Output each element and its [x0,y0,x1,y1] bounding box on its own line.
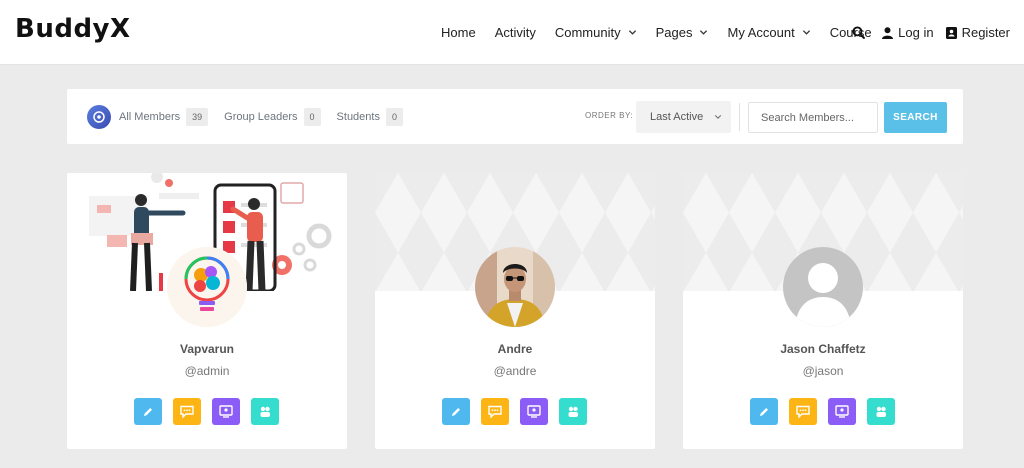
chevron-down-icon [628,30,636,35]
tab-label: Students [336,110,380,123]
edit-profile-button[interactable] [750,398,778,425]
site-logo[interactable]: BuddyX [15,14,131,44]
send-message-button[interactable] [481,398,509,425]
group-users-icon [876,406,886,417]
member-handle: @jason [802,364,844,378]
site-header: BuddyX Home Activity Community Pages My … [0,0,1024,65]
search-icon [852,26,866,39]
member-count-badge: 0 [385,107,403,126]
chevron-down-icon [802,30,810,35]
avatar[interactable] [783,247,863,327]
login-link[interactable]: Log in [882,25,934,40]
pencil-icon [760,407,768,416]
avatar[interactable] [167,247,247,327]
nav-label: My Account [727,25,795,40]
chat-bubble-icon [796,405,810,418]
id-card-icon [945,26,957,39]
members-filter-bar: All Members 39 Group Leaders 0 Students … [67,89,963,144]
nav-item-pages[interactable]: Pages [656,25,709,40]
profile-screen-icon [219,405,233,418]
member-card: Andre @andre [375,173,655,449]
member-name[interactable]: Andre [375,342,655,356]
member-actions [134,398,279,425]
nav-label: Activity [494,25,536,40]
member-handle: @andre [493,364,537,378]
order-by-select[interactable]: Last Active [636,101,731,133]
pencil-icon [144,407,152,416]
members-icon [87,104,111,129]
nav-item-home[interactable]: Home [441,25,476,40]
divider [739,103,740,131]
member-card: Jason Chaffetz @jason [683,173,963,449]
search-members-input[interactable] [748,102,878,133]
nav-label: Community [554,25,621,40]
header-actions: Log in Register [840,0,1010,65]
view-profile-button[interactable] [828,398,856,425]
lightbulb-icon [167,247,247,327]
member-photo [475,247,555,327]
chevron-down-icon [700,30,708,35]
search-button[interactable]: SEARCH [884,102,947,133]
nav-label: Home [441,25,476,40]
tab-all-members[interactable]: All Members 39 [87,104,209,129]
chat-bubble-icon [488,405,502,418]
order-by-label: ORDER BY: [585,111,634,120]
member-count-badge: 0 [303,107,321,126]
group-users-icon [568,406,578,417]
register-label: Register [961,25,1010,40]
member-actions [442,398,587,425]
view-profile-button[interactable] [212,398,240,425]
member-card: Vapvarun @admin [67,173,347,449]
profile-screen-icon [527,405,541,418]
edit-profile-button[interactable] [442,398,470,425]
nav-item-my-account[interactable]: My Account [727,25,810,40]
avatar[interactable] [475,247,555,327]
member-handle: @admin [184,364,230,378]
chat-bubble-icon [180,405,194,418]
user-icon [882,26,894,39]
pencil-icon [452,407,460,416]
groups-button[interactable] [867,398,895,425]
tab-students[interactable]: Students 0 [336,107,403,126]
groups-button[interactable] [251,398,279,425]
search-toggle[interactable] [852,26,870,39]
default-avatar-icon [783,247,863,327]
edit-profile-button[interactable] [134,398,162,425]
tab-label: Group Leaders [224,110,298,123]
tab-group-leaders[interactable]: Group Leaders 0 [224,107,321,126]
profile-screen-icon [835,405,849,418]
register-link[interactable]: Register [945,25,1010,40]
nav-item-activity[interactable]: Activity [495,25,536,40]
view-profile-button[interactable] [520,398,548,425]
nav-item-community[interactable]: Community [555,25,637,40]
groups-button[interactable] [559,398,587,425]
chevron-down-icon [714,115,722,119]
main-nav: Home Activity Community Pages My Account… [441,0,891,65]
member-actions [750,398,895,425]
send-message-button[interactable] [789,398,817,425]
member-name[interactable]: Jason Chaffetz [683,342,963,356]
login-label: Log in [898,25,934,40]
send-message-button[interactable] [173,398,201,425]
member-type-tabs: All Members 39 Group Leaders 0 Students … [87,89,419,144]
member-count-badge: 39 [186,107,209,126]
member-name[interactable]: Vapvarun [67,342,347,356]
group-users-icon [260,406,270,417]
nav-label: Pages [655,25,693,40]
tab-label: All Members [119,110,181,123]
order-by-value: Last Active [650,111,704,123]
